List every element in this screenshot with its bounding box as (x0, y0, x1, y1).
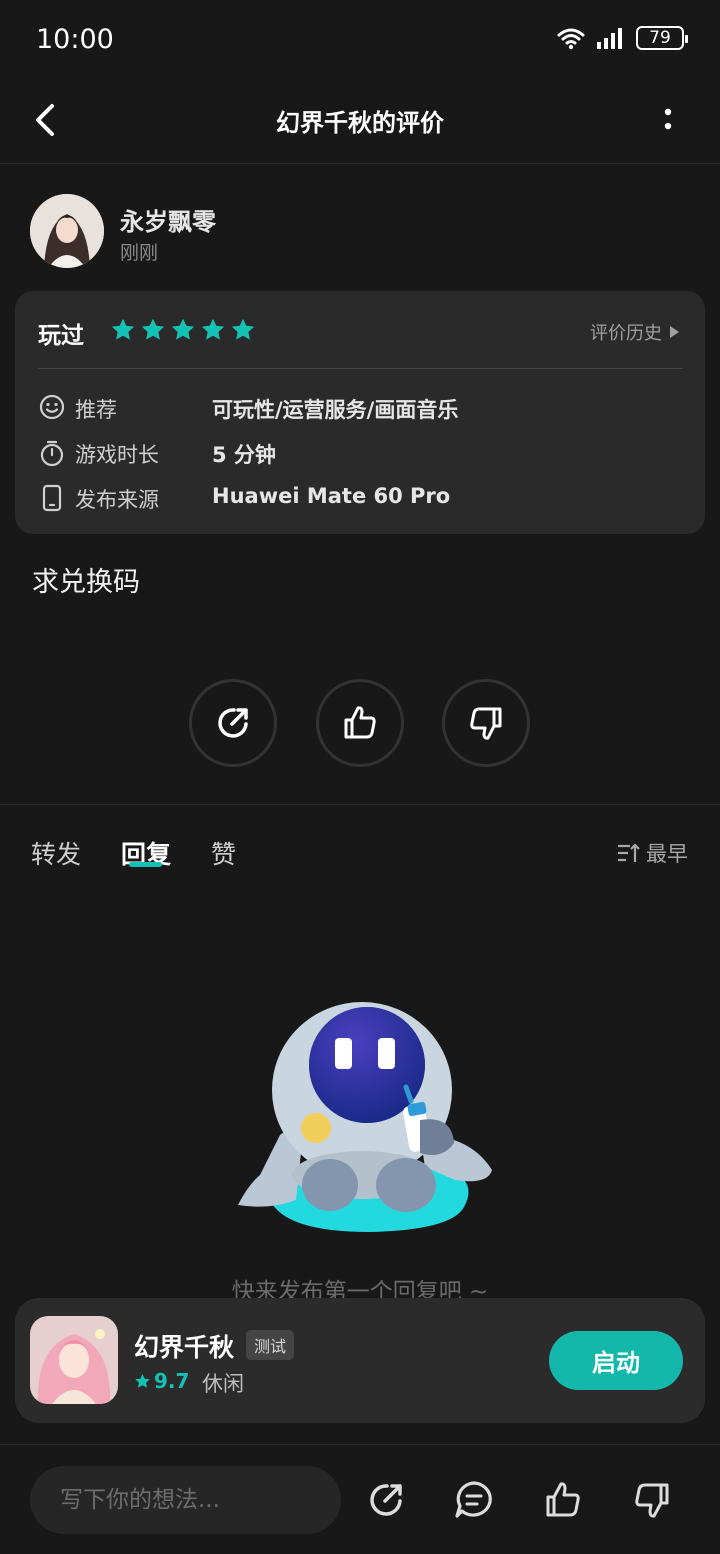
device-label: 发布来源 (75, 488, 159, 512)
share-icon[interactable] (364, 1478, 408, 1522)
comment-input[interactable] (60, 1487, 320, 1513)
game-name[interactable]: 幻界千秋 (134, 1328, 234, 1364)
device-value: Huawei Mate 60 Pro (212, 484, 451, 508)
like-button[interactable] (316, 679, 404, 767)
user-name[interactable]: 永岁飘零 (120, 202, 216, 237)
tab-likes[interactable]: 赞 (211, 835, 236, 871)
phone-icon (42, 484, 62, 512)
game-score-value: 9.7 (154, 1369, 190, 1393)
sort-button[interactable]: 最早 (616, 838, 688, 868)
recommend-value: 可玩性/运营服务/画面音乐 (212, 398, 459, 422)
signal-icon (597, 28, 622, 49)
star-icon (141, 318, 165, 340)
wifi-icon (557, 28, 585, 50)
tab-active-indicator (129, 862, 162, 867)
game-tag-badge: 测试 (246, 1330, 295, 1360)
section-divider (0, 804, 720, 805)
robot-mascot-illustration (238, 1002, 492, 1232)
header-divider (0, 163, 720, 164)
star-icon (231, 318, 255, 340)
sort-icon (618, 843, 640, 862)
card-divider (38, 368, 683, 369)
status-icons: 79 (556, 26, 688, 50)
battery-indicator: 79 (636, 26, 688, 50)
play-triangle-icon (670, 326, 679, 338)
review-history-link[interactable]: 评价历史 (590, 319, 680, 345)
thumbs-down-icon[interactable] (630, 1478, 674, 1522)
star-icon (201, 318, 225, 340)
thumbs-down-icon (470, 707, 502, 740)
dislike-button[interactable] (442, 679, 530, 767)
review-history-label: 评价历史 (590, 323, 662, 344)
review-text: 求兑换码 (32, 567, 140, 598)
sort-label: 最早 (646, 842, 688, 866)
share-icon (218, 708, 248, 738)
recommend-label: 推荐 (75, 398, 117, 422)
game-genre: 休闲 (202, 1372, 244, 1396)
rating-stars (110, 317, 256, 343)
comment-input-container[interactable] (30, 1466, 341, 1534)
status-time: 10:00 (36, 24, 114, 55)
launch-button[interactable]: 启动 (549, 1331, 683, 1390)
star-icon (171, 318, 195, 340)
tab-repost[interactable]: 转发 (31, 835, 81, 871)
star-icon (111, 318, 135, 340)
comment-icon[interactable] (452, 1478, 496, 1522)
share-button[interactable] (189, 679, 277, 767)
post-time: 刚刚 (120, 242, 159, 264)
game-score: 9.7 (134, 1369, 189, 1393)
page-title: 幻界千秋的评价 (276, 109, 444, 137)
star-icon (135, 1373, 150, 1388)
playtime-label: 游戏时长 (75, 443, 159, 467)
smile-icon (39, 394, 65, 420)
bottom-divider (0, 1444, 720, 1445)
avatar[interactable] (30, 194, 104, 268)
thumbs-up-icon (344, 706, 376, 739)
thumbs-up-icon[interactable] (541, 1478, 585, 1522)
more-options-icon[interactable] (654, 104, 682, 138)
played-status: 玩过 (38, 323, 84, 349)
game-icon[interactable] (30, 1316, 118, 1404)
playtime-value: 5 分钟 (212, 443, 276, 467)
stopwatch-icon (40, 440, 64, 467)
